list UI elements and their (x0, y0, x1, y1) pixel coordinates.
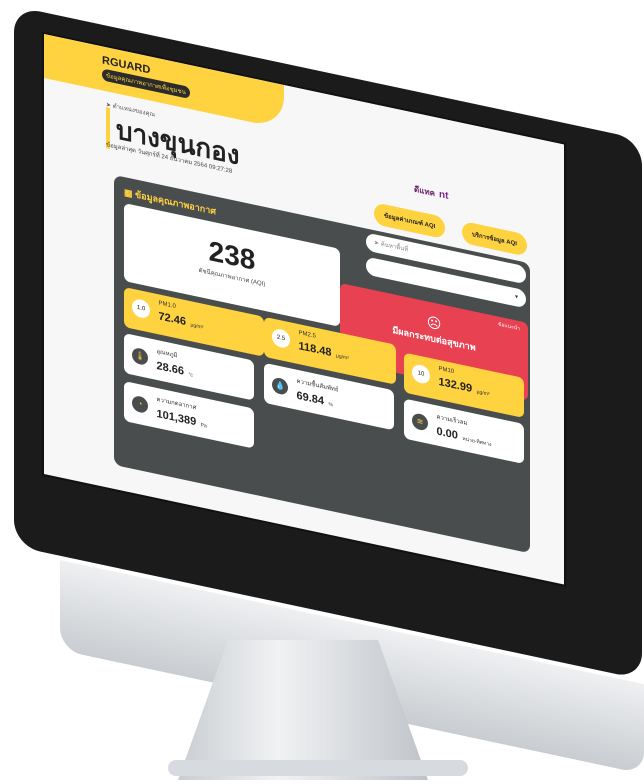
pressure-unit: Pa (200, 422, 207, 430)
partner-logos: ดีแทค nt (414, 183, 448, 203)
pm1-unit: µg/m³ (190, 322, 204, 331)
gauge-icon: ◔ (132, 394, 148, 415)
humidity-unit: % (328, 401, 333, 409)
pm1-value: 72.46 (158, 310, 186, 329)
wind-unit: หน่วย-ทิศทาง (462, 435, 492, 449)
temperature-unit: °c (188, 371, 193, 379)
wind-value: 0.00 (436, 425, 458, 442)
dtac-logo: ดีแทค (414, 184, 435, 199)
pm25-value: 118.48 (298, 340, 332, 360)
monitor-stand-base (168, 760, 468, 776)
imac-monitor: RGUARD ข้อมูลคุณภาพอากาศเพื่อชุมชน ➤ ตำแ… (8, 0, 644, 784)
wind-icon: ≋ (412, 412, 428, 432)
pm1-badge: 1.0 (132, 297, 150, 320)
humidity-value: 69.84 (296, 389, 324, 408)
pm10-unit: µg/m³ (476, 388, 490, 398)
droplet-icon: 💧 (272, 376, 288, 396)
chevron-down-icon: ▾ (514, 294, 518, 301)
nt-logo: nt (438, 188, 449, 202)
pm25-unit: µg/m³ (335, 353, 349, 362)
temperature-value: 28.66 (156, 359, 184, 378)
pressure-value: 101,389 (156, 407, 197, 429)
pm10-value: 132.99 (438, 375, 473, 395)
thermometer-icon: 🌡 (132, 346, 148, 367)
pm25-badge: 2.5 (272, 327, 290, 350)
pm10-badge: 10 (412, 363, 430, 386)
